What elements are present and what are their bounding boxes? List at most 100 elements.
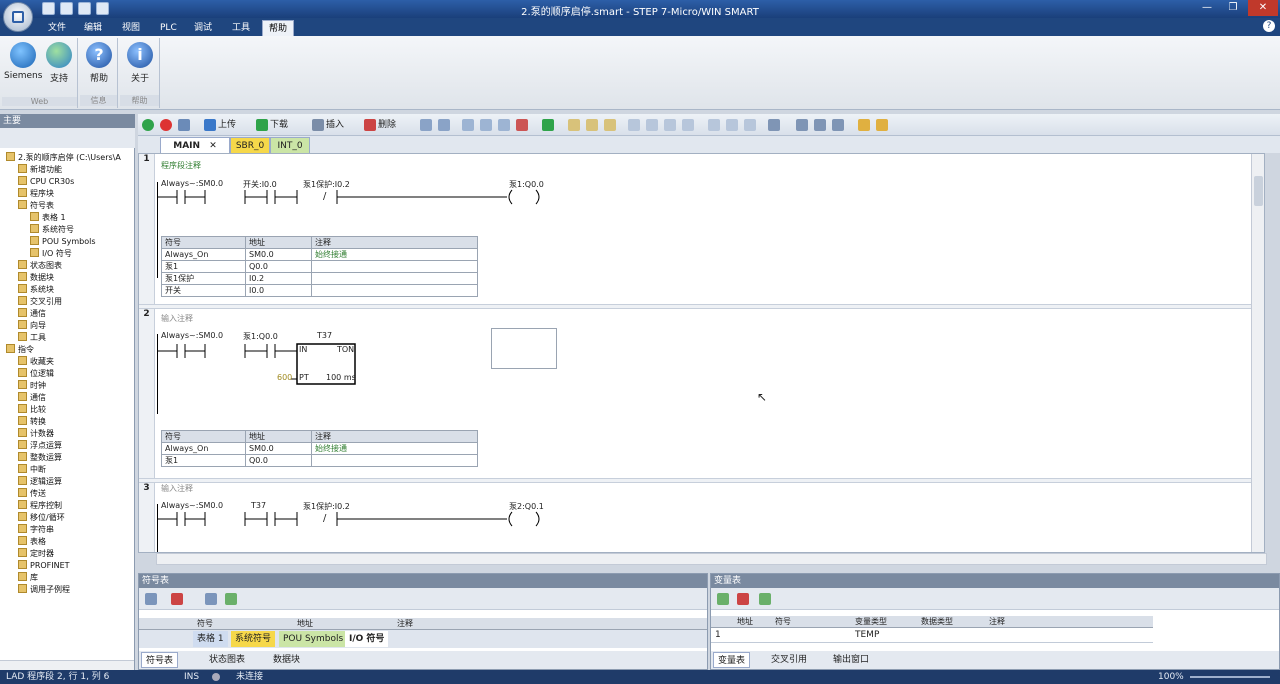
- support-button[interactable]: 支持: [40, 40, 78, 88]
- add-row-icon[interactable]: [145, 593, 157, 605]
- tree-item[interactable]: 系统块: [18, 284, 54, 296]
- line-left-icon[interactable]: [664, 119, 676, 131]
- tree-item[interactable]: 位逻辑: [18, 368, 54, 380]
- tree-item[interactable]: 通信: [18, 308, 46, 320]
- tree-item[interactable]: 字符串: [18, 524, 54, 536]
- bookmark-icon[interactable]: [420, 119, 432, 131]
- editor-hscrollbar[interactable]: [156, 553, 1267, 565]
- tab-output-window[interactable]: 输出窗口: [829, 652, 873, 668]
- edit-icon[interactable]: [814, 119, 826, 131]
- compile-icon[interactable]: [178, 119, 190, 131]
- tree-item[interactable]: CPU CR30s: [18, 176, 74, 188]
- tab-variable-table[interactable]: 变量表: [713, 652, 751, 668]
- editor-vscrollbar[interactable]: [1251, 154, 1264, 552]
- scroll-thumb[interactable]: [1254, 176, 1263, 206]
- maximize-button[interactable]: ❐: [1220, 0, 1246, 16]
- close-icon[interactable]: ✕: [209, 141, 217, 151]
- delete-row-icon[interactable]: [737, 593, 749, 605]
- line-right-icon[interactable]: [682, 119, 694, 131]
- sheet-tab[interactable]: I/O 符号: [345, 631, 389, 647]
- table-row[interactable]: 1 TEMP: [711, 629, 1153, 643]
- delete-button[interactable]: 删除: [378, 118, 396, 132]
- tree-item[interactable]: 定时器: [18, 548, 54, 560]
- clear-icon[interactable]: [516, 119, 528, 131]
- tree-item[interactable]: 工具: [18, 332, 46, 344]
- sort-icon[interactable]: [205, 593, 217, 605]
- insert-row-icon[interactable]: [717, 593, 729, 605]
- insert-icon[interactable]: [312, 119, 324, 131]
- help-icon[interactable]: ?: [1263, 20, 1275, 32]
- tree-item[interactable]: 符号表: [18, 200, 54, 212]
- box-tool-icon[interactable]: [744, 119, 756, 131]
- contact-operand[interactable]: T37: [251, 501, 266, 510]
- tree-item[interactable]: 传送: [18, 488, 46, 500]
- contact-operand[interactable]: Always~:SM0.0: [161, 501, 223, 510]
- tree-item[interactable]: 浮点运算: [18, 440, 62, 452]
- run-icon[interactable]: [142, 119, 154, 131]
- box-icon[interactable]: [498, 119, 510, 131]
- menu-debug[interactable]: 调试: [188, 20, 218, 36]
- tab-status-chart[interactable]: 状态图表: [205, 652, 249, 668]
- delete-row-icon[interactable]: [171, 593, 183, 605]
- tree-item[interactable]: 新增功能: [18, 164, 62, 176]
- tab-int0[interactable]: INT_0: [270, 137, 310, 153]
- upload-button[interactable]: 上传: [218, 118, 236, 132]
- download-button[interactable]: 下载: [270, 118, 288, 132]
- tree-item[interactable]: 系统符号: [30, 224, 74, 236]
- refresh-icon[interactable]: [225, 593, 237, 605]
- go-icon[interactable]: [542, 119, 554, 131]
- tree-item[interactable]: 计数器: [18, 428, 54, 440]
- timer-pt-value[interactable]: 600: [277, 373, 292, 382]
- sheet-tab[interactable]: POU Symbols: [279, 631, 348, 647]
- key-icon[interactable]: [604, 119, 616, 131]
- tree-item[interactable]: 数据块: [18, 272, 54, 284]
- tab-sbr0[interactable]: SBR_0: [230, 137, 270, 153]
- tool-b-icon[interactable]: [876, 119, 888, 131]
- tree-item[interactable]: 表格 1: [30, 212, 66, 224]
- menu-plc[interactable]: PLC: [154, 20, 183, 36]
- tree-item[interactable]: 表格: [18, 536, 46, 548]
- minimize-button[interactable]: —: [1194, 0, 1220, 16]
- notes-icon[interactable]: [832, 119, 844, 131]
- network-comment[interactable]: 输入注释: [161, 483, 193, 494]
- tree-item[interactable]: 时钟: [18, 380, 46, 392]
- contact-tool-icon[interactable]: [708, 119, 720, 131]
- tree-item[interactable]: PROFINET: [18, 560, 70, 572]
- lad-editor[interactable]: 1 程序段注释 Always~:SM0.0 开关:I0.0 泵1保护:I0.2 …: [138, 153, 1265, 553]
- tree-item[interactable]: I/O 符号: [30, 248, 72, 260]
- menu-help[interactable]: 帮助: [262, 20, 295, 36]
- download-icon[interactable]: [256, 119, 268, 131]
- network-comment[interactable]: 程序段注释: [161, 160, 201, 171]
- stop-icon[interactable]: [160, 119, 172, 131]
- app-menu-button[interactable]: [3, 2, 33, 32]
- contact-icon[interactable]: [462, 119, 474, 131]
- tab-symbol-table[interactable]: 符号表: [141, 652, 179, 668]
- rung-1[interactable]: [157, 188, 547, 208]
- view-icon[interactable]: [768, 119, 780, 131]
- tree-item[interactable]: 通信: [18, 392, 46, 404]
- about-button[interactable]: i 关于: [121, 40, 159, 88]
- bookmark-next-icon[interactable]: [438, 119, 450, 131]
- contact-operand[interactable]: Always~:SM0.0: [161, 331, 223, 340]
- branch-up-icon[interactable]: [628, 119, 640, 131]
- coil-tool-icon[interactable]: [726, 119, 738, 131]
- tree-item[interactable]: POU Symbols: [30, 236, 96, 248]
- tree-item[interactable]: 指令: [6, 344, 34, 356]
- menu-edit[interactable]: 编辑: [78, 20, 108, 36]
- tree-item[interactable]: 比较: [18, 404, 46, 416]
- tree-item[interactable]: 收藏夹: [18, 356, 54, 368]
- tree-item[interactable]: 中断: [18, 464, 46, 476]
- timer-operand[interactable]: T37: [317, 331, 332, 340]
- rung-3[interactable]: [157, 510, 547, 530]
- tab-main[interactable]: MAIN ✕: [160, 137, 230, 153]
- tree-item[interactable]: 状态图表: [18, 260, 62, 272]
- help-button[interactable]: ? 帮助: [80, 40, 118, 88]
- branch-down-icon[interactable]: [646, 119, 658, 131]
- sheet-tab[interactable]: 表格 1: [193, 631, 228, 647]
- tree-item[interactable]: 调用子例程: [18, 584, 70, 596]
- tree-hscrollbar[interactable]: [0, 660, 134, 670]
- tree-item[interactable]: 交叉引用: [18, 296, 62, 308]
- tree-item[interactable]: 移位/循环: [18, 512, 65, 524]
- insert-button[interactable]: 插入: [326, 118, 344, 132]
- coil-icon[interactable]: [480, 119, 492, 131]
